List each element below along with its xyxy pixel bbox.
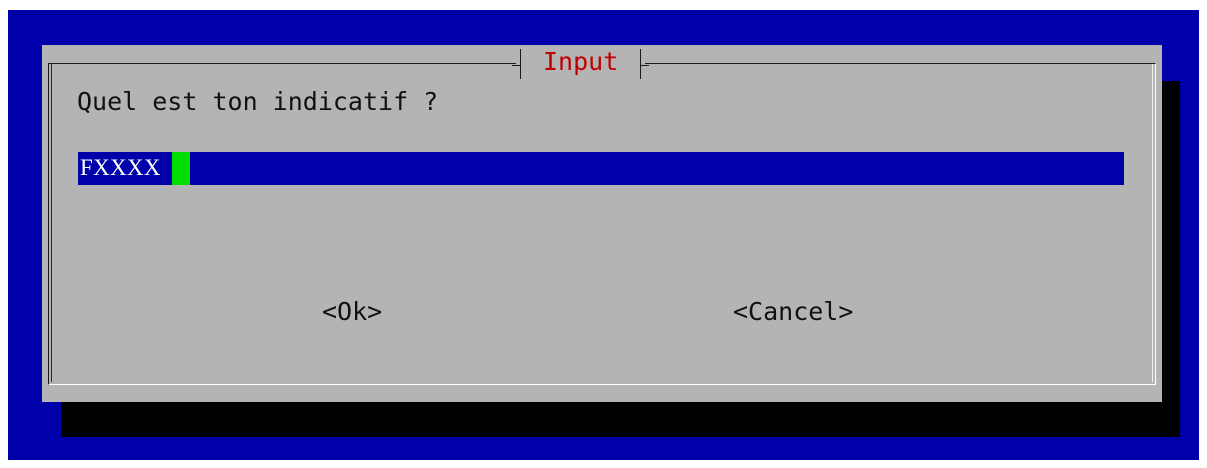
callsign-input-value: FXXXX: [80, 155, 161, 180]
callsign-input[interactable]: FXXXX: [78, 152, 1124, 185]
input-dialog: Input Quel est ton indicatif ? FXXXX <Ok…: [42, 45, 1162, 402]
ok-button[interactable]: <Ok>: [322, 297, 382, 326]
dialog-title: Input: [543, 46, 619, 76]
input-prompt: Quel est ton indicatif ?: [77, 87, 439, 116]
title-left-tick: [512, 49, 521, 79]
cancel-button[interactable]: <Cancel>: [733, 297, 853, 326]
dialog-title-box: Input: [512, 46, 650, 81]
text-cursor: [172, 152, 190, 185]
title-right-tick: [640, 49, 650, 79]
